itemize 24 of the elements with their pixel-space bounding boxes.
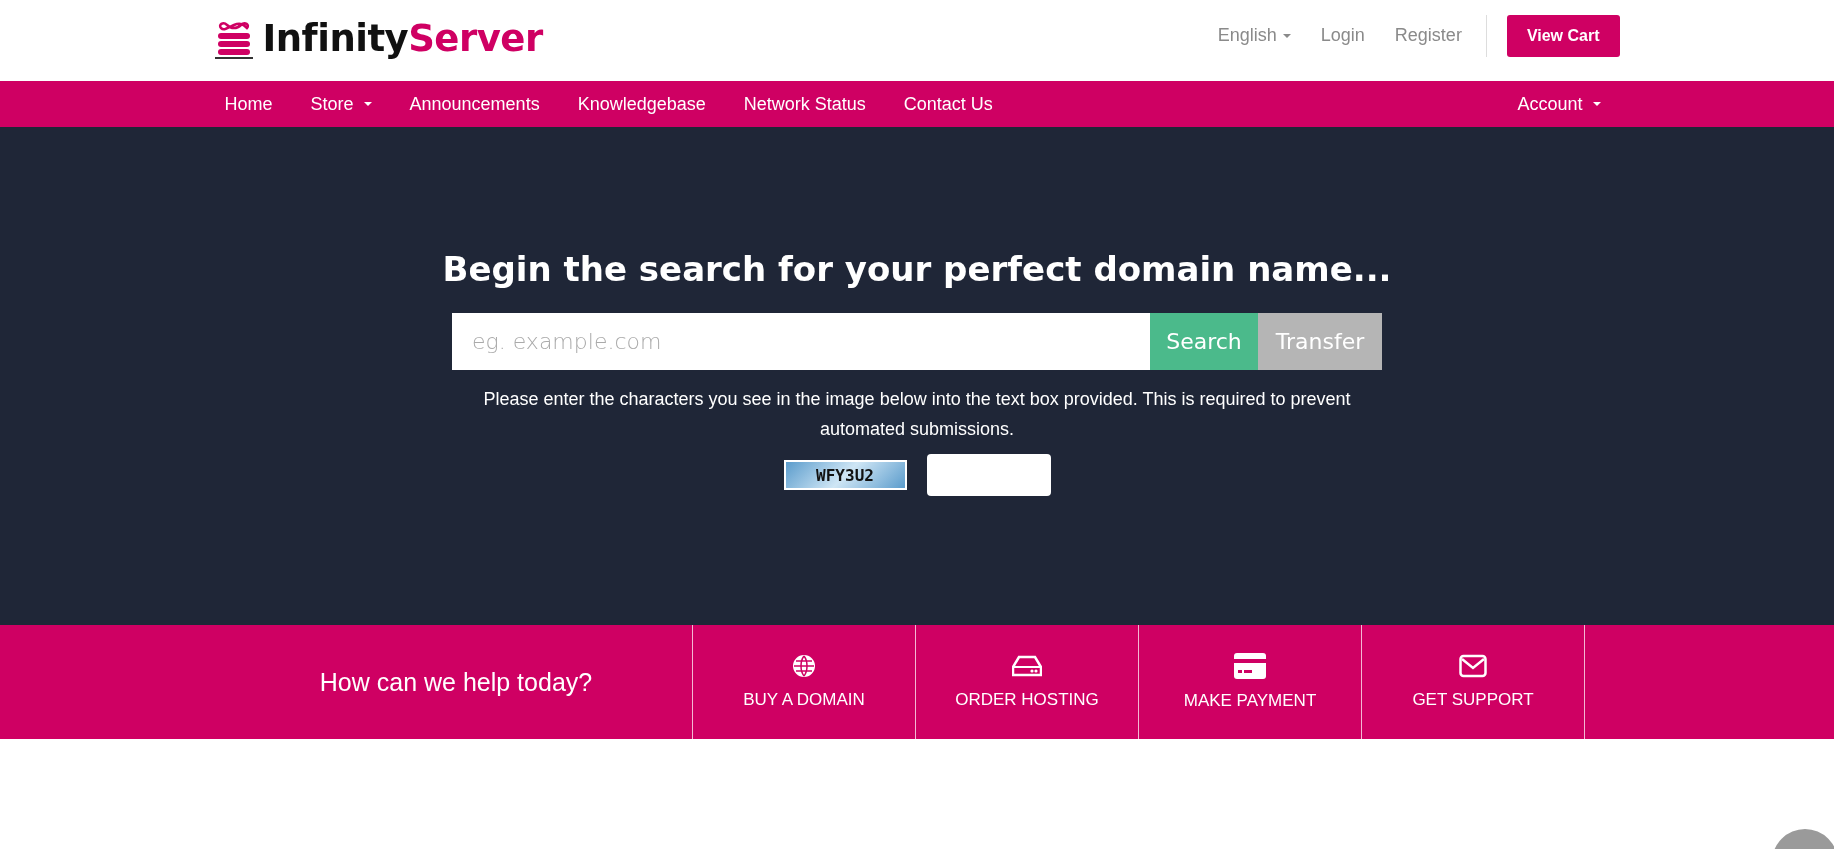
language-dropdown[interactable]: English [1217,25,1291,46]
globe-icon [792,654,816,678]
account-menu[interactable]: Account [1498,93,1620,115]
nav-link[interactable]: Network Status [724,93,885,115]
caret-icon [1282,33,1291,38]
nav-link[interactable]: Home [214,93,292,115]
captcha-image: WFY3U2 [783,460,907,490]
domain-search-field[interactable]: eg. example.com [452,313,1150,370]
nav-link[interactable]: Contact Us [884,93,1012,115]
header-link[interactable]: Register [1394,25,1462,46]
nav-link[interactable]: Store [291,93,391,115]
nav-link[interactable]: Knowledgebase [558,93,725,115]
header-link[interactable]: Login [1320,25,1365,46]
view-cart-button[interactable]: View Cart [1506,14,1620,57]
help-heading: How can we help today? [318,667,593,697]
nav-link[interactable]: Announcements [390,93,559,115]
credit-card-icon [1234,653,1266,679]
hero-title: Begin the search for your perfect domain name... [442,249,1392,289]
envelope-icon [1459,654,1487,678]
brand-name[interactable]: InfinityServer [262,17,543,60]
hard-drive-icon [1012,654,1042,678]
help-action-tile[interactable]: GET SUPPORT [1361,625,1585,739]
captcha-field[interactable] [926,454,1051,496]
captcha-instructions: Please enter the characters you see in the image below into the text box provided. This is required to prevent automated submissions. [482,388,1352,441]
